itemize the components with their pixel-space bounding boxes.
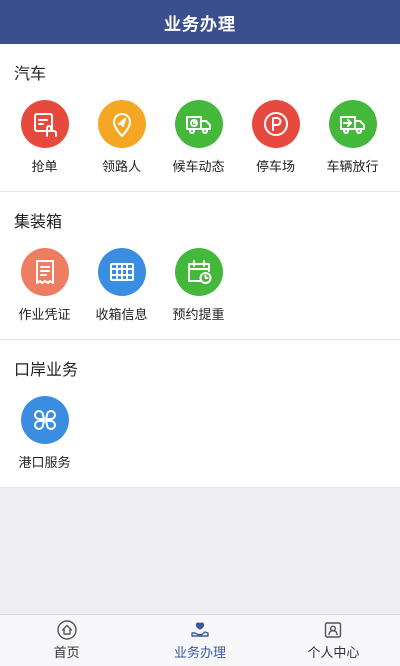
truck-release-icon	[328, 100, 377, 148]
appointment-pickup-label: 预约提重	[172, 308, 225, 323]
top-bar: 业务办理	[0, 0, 400, 44]
parking-icon	[251, 100, 300, 148]
section-title: 口岸业务	[14, 360, 79, 379]
port-service-button[interactable]: 港口服务	[6, 396, 83, 471]
section-container: 集装箱 作业凭证 收箱信息 预约提重	[0, 192, 400, 340]
grab-order-label: 抢单	[31, 160, 58, 175]
receipt-icon	[20, 248, 69, 296]
waiting-status-button[interactable]: 候车动态	[160, 100, 237, 175]
guide-button[interactable]: 领路人	[83, 100, 160, 175]
container-icon	[97, 248, 146, 296]
work-voucher-label: 作业凭证	[18, 308, 71, 323]
tab-profile-label: 个人中心	[307, 646, 360, 661]
waiting-status-label: 候车动态	[172, 160, 225, 175]
user-card-icon	[325, 622, 342, 638]
bottom-tab-bar: 首页 业务办理 个人中心	[0, 614, 400, 666]
appointment-pickup-button[interactable]: 预约提重	[160, 248, 237, 323]
guide-label: 领路人	[101, 160, 141, 175]
port-service-label: 港口服务	[18, 456, 71, 471]
vehicle-release-button[interactable]: 车辆放行	[314, 100, 391, 175]
tab-home[interactable]: 首页	[0, 615, 133, 666]
section-title: 集装箱	[14, 212, 63, 231]
calendar-clock-icon	[174, 248, 223, 296]
grab-order-button[interactable]: 抢单	[6, 100, 83, 175]
tab-business-label: 业务办理	[173, 646, 226, 661]
grab-order-icon	[20, 100, 69, 148]
container-info-button[interactable]: 收箱信息	[83, 248, 160, 323]
section-title: 汽车	[14, 64, 47, 83]
truck-clock-icon	[174, 100, 223, 148]
parking-button[interactable]: 停车场	[237, 100, 314, 175]
four-leaf-icon	[20, 396, 69, 444]
container-info-label: 收箱信息	[95, 308, 148, 323]
tab-business[interactable]: 业务办理	[133, 615, 266, 666]
parking-label: 停车场	[255, 160, 295, 175]
tab-profile[interactable]: 个人中心	[267, 615, 400, 666]
page-title: 业务办理	[164, 14, 236, 35]
section-port-business: 口岸业务 港口服务	[0, 340, 400, 488]
vehicle-release-label: 车辆放行	[326, 160, 379, 175]
tab-home-label: 首页	[53, 646, 80, 661]
home-icon	[56, 620, 77, 640]
work-voucher-button[interactable]: 作业凭证	[6, 248, 83, 323]
section-car: 汽车 抢单 领路人 候车动态 停车场 车辆放行	[0, 44, 400, 192]
hand-heart-icon	[191, 622, 209, 637]
location-pin-icon	[97, 100, 146, 148]
